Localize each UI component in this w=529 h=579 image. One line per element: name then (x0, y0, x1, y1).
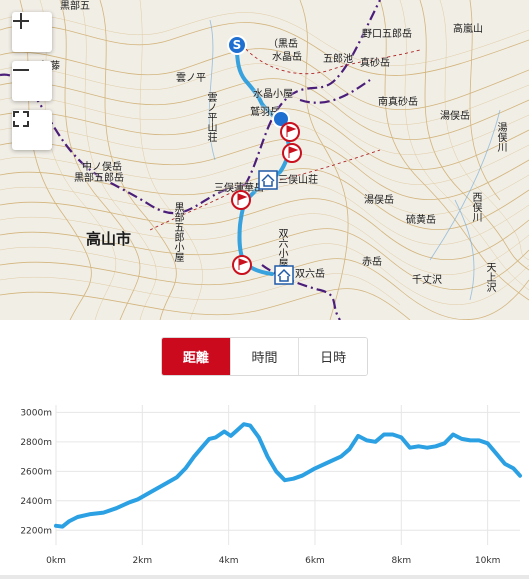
x-tick-label: 4km (219, 556, 239, 566)
map-label: 黒部五郎小屋 (172, 202, 183, 262)
x-axis-labels: 0km 2km 4km 6km 8km 10km (46, 556, 500, 566)
map-label: 高嵐山 (453, 24, 483, 35)
x-tick-label: 6km (305, 556, 325, 566)
x-tick-label: 8km (391, 556, 411, 566)
tab-datetime[interactable]: 日時 (298, 338, 367, 375)
zoom-in-button[interactable] (12, 12, 52, 52)
y-tick-label: 2200m (20, 526, 52, 536)
topographic-map (0, 0, 529, 320)
map-label: 天上沢 (484, 262, 495, 292)
map-label: 中ノ俣岳 (82, 162, 122, 173)
bottom-divider (0, 575, 529, 579)
fullscreen-button[interactable] (12, 110, 52, 150)
zoom-out-button[interactable] (12, 61, 52, 101)
map-label: 三俣蓮華岳 (214, 183, 264, 194)
y-tick-label: 2800m (20, 438, 52, 448)
map-label: 五郎池 (323, 54, 353, 65)
map-label: 双六岳 (295, 269, 325, 280)
y-tick-label: 2400m (20, 497, 52, 507)
map-label: 雲ノ平山荘 (205, 92, 216, 142)
start-marker[interactable]: S (227, 35, 247, 55)
map-label: 硫黄岳 (406, 215, 436, 226)
tab-time[interactable]: 時間 (229, 338, 299, 375)
x-tick-label: 0km (46, 556, 66, 566)
map-label: 黒部五郎岳 (74, 173, 124, 184)
chart-grid (55, 405, 520, 545)
elevation-chart: 2200m 2400m 2600m 2800m 3000m 0km 2km 4km 6km 8k… (20, 405, 522, 566)
map-label: 三俣山荘 (278, 175, 318, 186)
map-label: 水晶岳 (272, 52, 302, 63)
map-label: 西俣川 (470, 192, 481, 222)
map-label: 南真砂岳 (378, 97, 418, 108)
y-tick-label: 2600m (20, 467, 52, 477)
map-label: 雲ノ平 (176, 73, 206, 84)
map-view[interactable]: 黒部五 （黒岳 水晶岳 野口五郎岳 高嵐山 五郎池 真砂岳 雲ノ平 雲ノ平山荘 … (0, 0, 529, 320)
tab-distance[interactable]: 距離 (162, 338, 230, 375)
minus-icon (13, 69, 29, 71)
map-label: 野口五郎岳 (362, 29, 412, 40)
x-tick-label: 10km (475, 556, 500, 566)
map-label: 水晶小屋 (253, 89, 293, 100)
elevation-line (54, 422, 522, 529)
y-tick-label: 3000m (20, 408, 52, 418)
map-label: 湯俣岳 (364, 195, 394, 206)
y-axis-labels: 2200m 2400m 2600m 2800m 3000m (20, 408, 52, 536)
map-label: 真砂岳 (360, 58, 390, 69)
map-label: （黒岳 (268, 39, 298, 50)
map-label: 千丈沢 (412, 275, 442, 286)
map-label: 黒部五 (60, 1, 90, 12)
fullscreen-icon (13, 111, 29, 127)
x-tick-label: 2km (132, 556, 152, 566)
goal-marker[interactable] (272, 110, 290, 128)
map-label: 湯俣岳 (440, 111, 470, 122)
plus-icon (13, 13, 29, 29)
map-label-city: 高山市 (86, 230, 132, 248)
profile-tabs: 距離 時間 日時 (161, 337, 368, 376)
map-label: 双六小屋 (276, 228, 287, 268)
map-label: 湯俣川 (495, 122, 506, 152)
map-label: 赤岳 (362, 257, 382, 268)
